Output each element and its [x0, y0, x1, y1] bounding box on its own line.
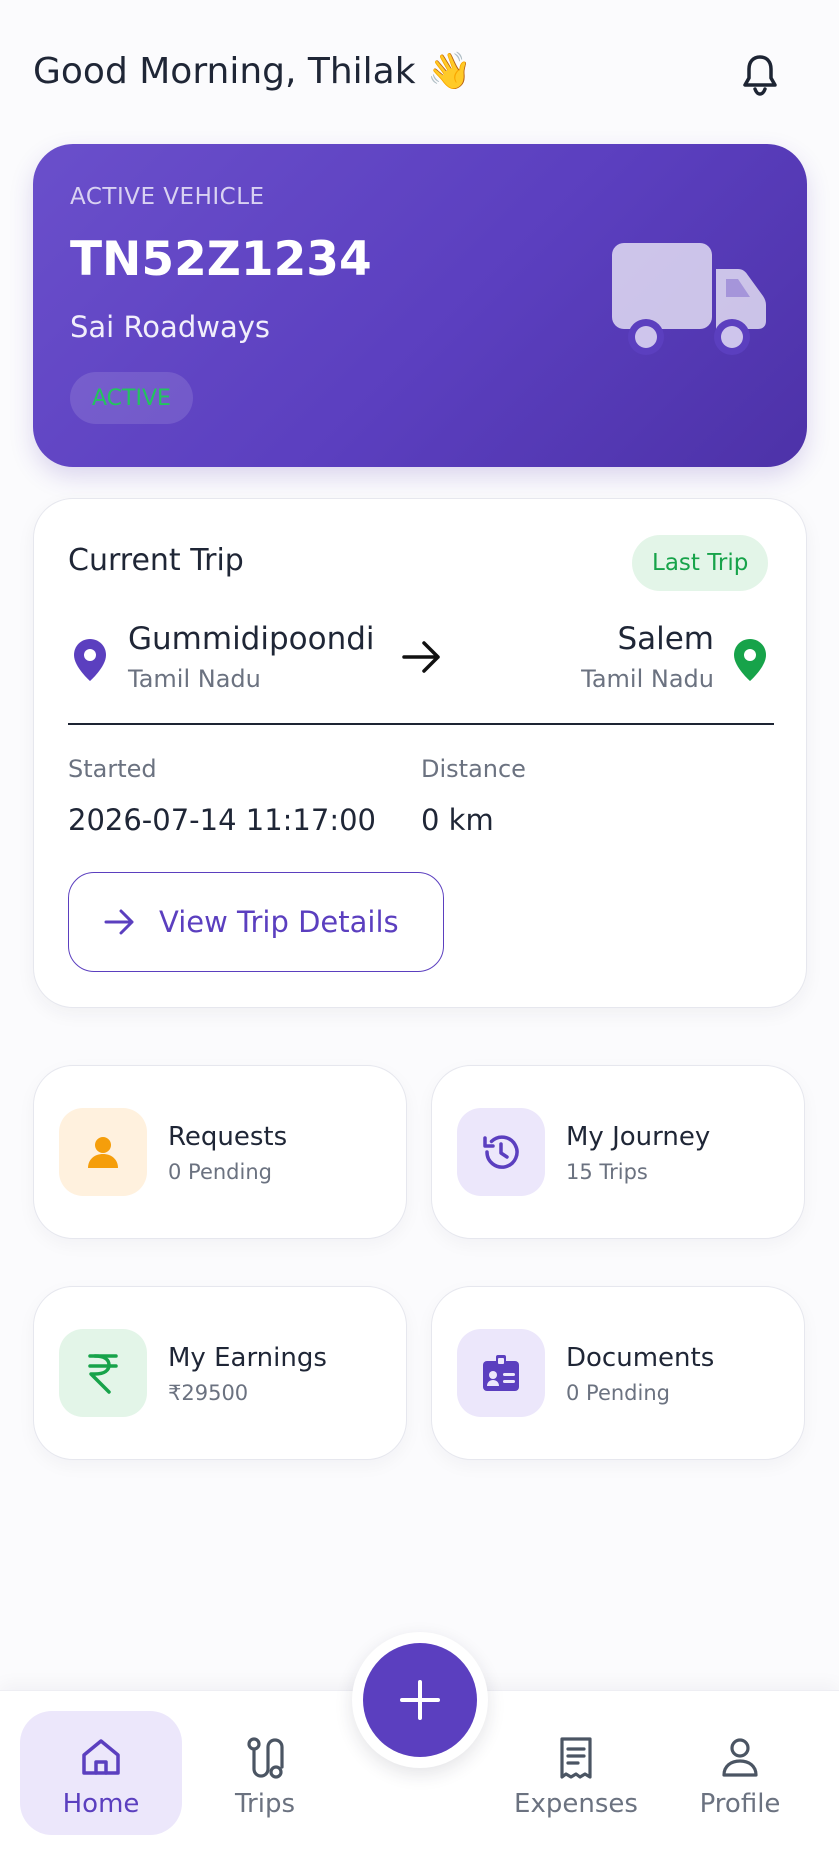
home-icon	[79, 1735, 123, 1783]
destination-pin-icon	[732, 637, 768, 683]
history-icon	[457, 1108, 545, 1196]
tile-title: My Journey	[566, 1122, 711, 1152]
nav-profile[interactable]: Profile	[660, 1711, 820, 1835]
destination-state: Tamil Nadu	[581, 665, 714, 693]
vehicle-label: ACTIVE VEHICLE	[70, 184, 265, 210]
started-value: 2026-07-14 11:17:00	[68, 803, 376, 837]
last-trip-badge[interactable]: Last Trip	[632, 535, 769, 591]
receipt-icon	[556, 1735, 596, 1785]
arrow-right-icon	[400, 637, 444, 677]
nav-trips-label: Trips	[234, 1789, 296, 1819]
id-card-icon	[457, 1329, 545, 1417]
tile-subtitle: 0 Pending	[566, 1381, 670, 1405]
my-journey-tile[interactable]: My Journey 15 Trips	[431, 1065, 805, 1239]
tile-subtitle: 0 Pending	[168, 1160, 272, 1184]
nav-home[interactable]: Home	[20, 1711, 182, 1835]
origin-state: Tamil Nadu	[128, 665, 261, 693]
user-icon	[719, 1735, 761, 1783]
nav-expenses[interactable]: Expenses	[496, 1711, 656, 1835]
tile-title: Documents	[566, 1343, 715, 1373]
distance-label: Distance	[421, 755, 526, 783]
greeting-heading: Good Morning, Thilak 👋	[33, 51, 472, 92]
view-trip-details-button[interactable]: View Trip Details	[68, 872, 444, 972]
vehicle-status-badge: ACTIVE	[70, 372, 193, 424]
tile-subtitle: 15 Trips	[566, 1160, 648, 1184]
arrow-right-icon	[103, 907, 137, 937]
trip-divider	[68, 723, 774, 725]
plus-icon	[363, 1643, 477, 1757]
started-label: Started	[68, 755, 157, 783]
origin-city: Gummidipoondi	[128, 621, 375, 657]
nav-home-label: Home	[62, 1789, 140, 1819]
nav-trips[interactable]: Trips	[185, 1711, 345, 1835]
route-icon	[243, 1735, 287, 1785]
rupee-icon	[59, 1329, 147, 1417]
tile-subtitle: ₹29500	[168, 1381, 249, 1405]
current-trip-title: Current Trip	[68, 543, 244, 578]
tile-title: My Earnings	[168, 1343, 327, 1373]
origin-pin-icon	[72, 637, 108, 683]
truck-icon	[608, 239, 768, 359]
my-earnings-tile[interactable]: My Earnings ₹29500	[33, 1286, 407, 1460]
documents-tile[interactable]: Documents 0 Pending	[431, 1286, 805, 1460]
requests-tile[interactable]: Requests 0 Pending	[33, 1065, 407, 1239]
current-trip-card: Current Trip Last Trip Gummidipoondi Tam…	[33, 498, 807, 1008]
person-icon	[59, 1108, 147, 1196]
nav-profile-label: Profile	[699, 1789, 781, 1819]
wave-emoji: 👋	[427, 51, 472, 92]
destination-city: Salem	[617, 621, 714, 657]
add-fab-button[interactable]	[352, 1632, 488, 1768]
distance-value: 0 km	[421, 803, 494, 837]
vehicle-number: TN52Z1234	[70, 232, 372, 287]
vehicle-owner: Sai Roadways	[70, 310, 270, 344]
active-vehicle-card[interactable]: ACTIVE VEHICLE TN52Z1234 Sai Roadways AC…	[33, 144, 807, 467]
tile-title: Requests	[168, 1122, 288, 1152]
nav-expenses-label: Expenses	[514, 1789, 638, 1819]
bell-icon[interactable]	[738, 52, 782, 98]
view-trip-details-label: View Trip Details	[159, 905, 399, 939]
